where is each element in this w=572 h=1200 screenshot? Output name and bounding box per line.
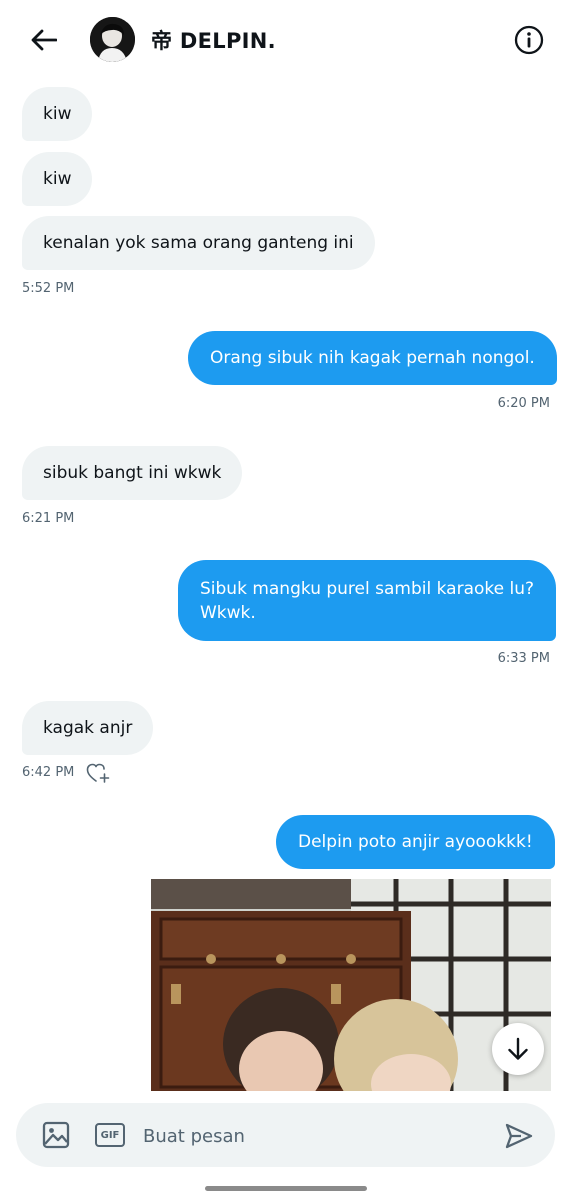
message-input[interactable] <box>143 1122 483 1150</box>
message-timestamp: 5:52 PM <box>22 281 75 296</box>
message-text: sibuk bangt ini wkwk <box>43 463 222 483</box>
home-indicator <box>205 1186 367 1191</box>
back-button[interactable] <box>28 24 60 56</box>
message-timestamp: 6:42 PM <box>22 765 75 780</box>
message-text: kenalan yok sama orang ganteng ini <box>43 233 354 253</box>
message-bubble-sent[interactable]: Sibuk mangku purel sambil karaoke lu? Wk… <box>178 560 557 641</box>
arrow-left-icon <box>31 29 57 51</box>
add-media-button[interactable] <box>40 1119 72 1151</box>
message-timestamp: 6:33 PM <box>497 651 550 666</box>
send-icon <box>505 1123 533 1149</box>
send-button[interactable] <box>502 1119 536 1153</box>
conversation-header: 帝 DELPIN. <box>0 0 572 80</box>
heart-add-icon[interactable] <box>86 762 110 784</box>
avatar[interactable] <box>90 17 135 62</box>
message-text: kiw <box>43 169 72 189</box>
arrow-down-icon <box>508 1037 528 1060</box>
message-bubble-received[interactable]: sibuk bangt ini wkwk <box>22 446 243 500</box>
conversation-info-button[interactable] <box>512 23 546 57</box>
conversation-title[interactable]: 帝 DELPIN. <box>151 25 276 55</box>
message-bubble-received[interactable]: kiw <box>22 87 93 141</box>
scroll-to-bottom-button[interactable] <box>492 1023 544 1075</box>
message-bubble-received[interactable]: kiw <box>22 152 93 206</box>
message-bubble-sent[interactable]: Orang sibuk nih kagak pernah nongol. <box>188 331 557 385</box>
message-bubble-received[interactable]: kagak anjr <box>22 701 154 755</box>
image-icon <box>42 1121 70 1149</box>
message-text-line: Sibuk mangku purel sambil karaoke lu? <box>200 578 535 599</box>
message-text-line: Wkwk. <box>200 602 256 623</box>
message-text: Delpin poto anjir ayoookkk! <box>298 832 533 852</box>
message-text: kagak anjr <box>43 718 133 738</box>
photo-attachment[interactable] <box>151 879 551 1091</box>
info-icon <box>514 25 544 55</box>
message-bubble-received[interactable]: kenalan yok sama orang ganteng ini <box>22 216 375 270</box>
gif-button[interactable]: GIF <box>95 1123 125 1147</box>
message-bubble-sent[interactable]: Delpin poto anjir ayoookkk! <box>276 815 555 869</box>
message-text: kiw <box>43 104 72 124</box>
message-timestamp: 6:21 PM <box>22 511 75 526</box>
message-timestamp: 6:20 PM <box>497 396 550 411</box>
message-text: Orang sibuk nih kagak pernah nongol. <box>210 348 535 368</box>
